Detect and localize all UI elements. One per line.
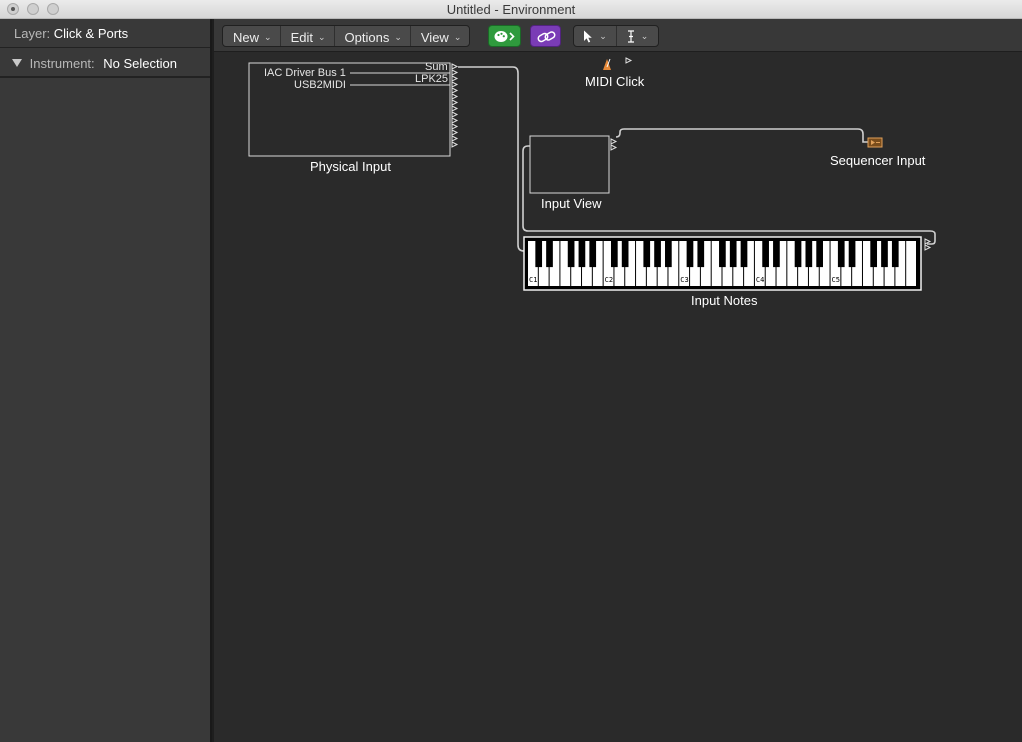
black-key	[567, 241, 575, 268]
black-key	[794, 241, 802, 268]
black-key	[837, 241, 845, 268]
black-key	[881, 241, 888, 268]
octave-label: C3	[680, 276, 688, 284]
cable-view-to-sequencer	[615, 128, 868, 143]
link-button[interactable]	[530, 25, 561, 47]
options-menu[interactable]: Options ⌄	[335, 26, 411, 46]
new-menu-label: New	[233, 29, 260, 45]
black-key	[891, 241, 899, 268]
black-key	[740, 241, 748, 268]
chevron-down-icon: ⌄	[394, 31, 402, 42]
view-menu-label: View	[420, 29, 449, 45]
pointer-arrow-icon	[584, 30, 593, 42]
title-bar: Untitled - Environment	[0, 0, 1022, 19]
menu-bar: New ⌄ Edit ⌄ Options ⌄ View ⌄	[222, 25, 471, 47]
text-cursor-icon	[627, 29, 634, 43]
octave-label: C1	[529, 276, 537, 284]
black-key	[535, 241, 543, 268]
text-tool-menu[interactable]: ⌄	[615, 26, 658, 46]
instrument-row[interactable]: Instrument: No Selection	[0, 49, 210, 78]
black-key	[546, 241, 553, 268]
black-key	[805, 241, 813, 268]
octave-label: C2	[605, 276, 613, 284]
black-key	[610, 241, 618, 268]
port-iac-driver-bus: IAC Driver Bus 1	[264, 67, 346, 79]
view-menu[interactable]: View ⌄	[411, 26, 470, 46]
instrument-label: Instrument:	[29, 56, 95, 71]
options-menu-label: Options	[344, 29, 390, 45]
black-key	[816, 241, 823, 268]
midi-click-label[interactable]: MIDI Click	[585, 74, 644, 89]
toolbar: New ⌄ Edit ⌄ Options ⌄ View ⌄ ⌄ ⌄	[214, 19, 1022, 52]
inspector-panel: Layer: Click & Ports Instrument: No Sele…	[0, 19, 212, 742]
window-title: Untitled - Environment	[446, 2, 576, 17]
layer-label: Layer:	[14, 26, 51, 41]
sequencer-input-label[interactable]: Sequencer Input	[830, 153, 925, 168]
layer-value: Click & Ports	[53, 26, 129, 41]
keyboard-keys: C1 C2 C3 C4 C5	[523, 236, 922, 291]
input-view-label[interactable]: Input View	[541, 196, 601, 211]
chevron-down-icon: ⌄	[640, 30, 649, 41]
new-menu[interactable]: New ⌄	[223, 26, 281, 46]
link-icon	[537, 31, 556, 43]
chevron-down-icon: ⌄	[264, 31, 272, 42]
black-key	[665, 241, 672, 268]
cable-physical-to-notes	[458, 66, 525, 252]
midi-thru-button[interactable]	[488, 25, 521, 47]
edit-menu-label: Edit	[290, 29, 313, 45]
black-key	[729, 241, 737, 268]
metronome-icon	[603, 58, 611, 70]
environment-main: New ⌄ Edit ⌄ Options ⌄ View ⌄ ⌄ ⌄ C1 C2 …	[214, 19, 1022, 742]
port-usb2midi: USB2MIDI	[294, 79, 346, 91]
chevron-down-icon: ⌄	[453, 31, 462, 42]
black-key	[773, 241, 780, 268]
chevron-down-icon: ⌄	[599, 30, 607, 41]
midi-click-output-icon	[625, 57, 633, 64]
output-sum: Sum	[425, 61, 448, 73]
output-lpk25: LPK25	[415, 73, 449, 85]
black-key	[762, 241, 769, 268]
input-view-box	[529, 135, 610, 194]
black-key	[643, 241, 651, 268]
white-key	[906, 241, 916, 286]
chevron-down-icon: ⌄	[317, 31, 326, 42]
instrument-value: No Selection	[103, 56, 177, 71]
physical-input-outputs	[451, 63, 459, 148]
black-key	[578, 241, 586, 268]
black-key	[697, 241, 705, 268]
sequencer-input-icon	[867, 137, 883, 148]
environment-canvas[interactable]: C1 C2 C3 C4 C5 IAC Driver Bus 1 USB2MIDI Sum…	[214, 53, 1022, 742]
black-key	[848, 241, 856, 268]
physical-input-label[interactable]: Physical Input	[310, 159, 391, 174]
pointer-tool-menu[interactable]: ⌄	[574, 26, 616, 46]
black-key	[654, 241, 661, 268]
black-key	[870, 241, 878, 268]
black-key	[589, 241, 597, 268]
black-key	[719, 241, 726, 268]
edit-menu[interactable]: Edit ⌄	[281, 26, 335, 46]
layer-row[interactable]: Layer: Click & Ports	[0, 19, 210, 48]
octave-label: C4	[756, 276, 764, 284]
disclosure-triangle-icon[interactable]	[12, 59, 22, 67]
tool-selector: ⌄ ⌄	[573, 25, 659, 47]
palette-icon	[494, 31, 515, 42]
input-notes-label[interactable]: Input Notes	[691, 293, 758, 308]
black-key	[686, 241, 694, 268]
black-key	[621, 241, 629, 268]
octave-label: C5	[832, 276, 840, 284]
